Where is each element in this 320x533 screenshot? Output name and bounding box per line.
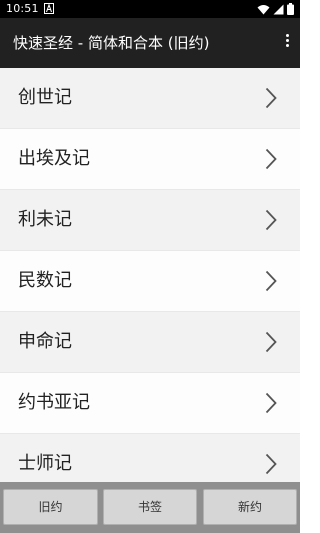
a-letter-icon <box>44 3 54 14</box>
book-item-judges[interactable]: 士师记 <box>0 434 300 482</box>
battery-icon <box>287 3 294 15</box>
status-icons <box>257 3 294 15</box>
book-label: 申命记 <box>18 331 72 352</box>
status-bar: 10:51 <box>0 0 300 18</box>
chevron-right-icon <box>265 148 277 170</box>
book-item-genesis[interactable]: 创世记 <box>0 68 300 128</box>
old-testament-button[interactable]: 旧约 <box>3 489 98 525</box>
screen: 10:51 快速圣经 - 简体和合本 (旧约) 创世记 出埃及记 利未记 民数记… <box>0 0 300 533</box>
book-item-deuteronomy[interactable]: 申命记 <box>0 312 300 372</box>
chevron-right-icon <box>265 392 277 414</box>
book-item-exodus[interactable]: 出埃及记 <box>0 129 300 189</box>
book-item-leviticus[interactable]: 利未记 <box>0 190 300 250</box>
book-list: 创世记 出埃及记 利未记 民数记 申命记 约书亚记 士师记 <box>0 68 300 482</box>
app-bar: 快速圣经 - 简体和合本 (旧约) <box>0 18 300 68</box>
book-label: 约书亚记 <box>18 392 90 413</box>
bookmarks-button[interactable]: 书签 <box>103 489 197 525</box>
book-label: 士师记 <box>18 453 72 474</box>
status-time: 10:51 <box>6 2 39 15</box>
book-label: 利未记 <box>18 209 72 230</box>
wifi-icon <box>257 4 270 14</box>
book-label: 民数记 <box>18 270 72 291</box>
bottom-bar: 旧约 书签 新约 <box>0 482 300 533</box>
book-label: 创世记 <box>18 87 72 108</box>
chevron-right-icon <box>265 331 277 353</box>
signal-icon <box>273 4 284 14</box>
chevron-right-icon <box>265 270 277 292</box>
book-item-numbers[interactable]: 民数记 <box>0 251 300 311</box>
chevron-right-icon <box>265 87 277 109</box>
book-label: 出埃及记 <box>18 148 90 169</box>
app-title: 快速圣经 - 简体和合本 (旧约) <box>13 34 210 52</box>
overflow-menu-icon[interactable] <box>282 34 292 52</box>
new-testament-button[interactable]: 新约 <box>203 489 297 525</box>
chevron-right-icon <box>265 453 277 475</box>
book-item-joshua[interactable]: 约书亚记 <box>0 373 300 433</box>
chevron-right-icon <box>265 209 277 231</box>
